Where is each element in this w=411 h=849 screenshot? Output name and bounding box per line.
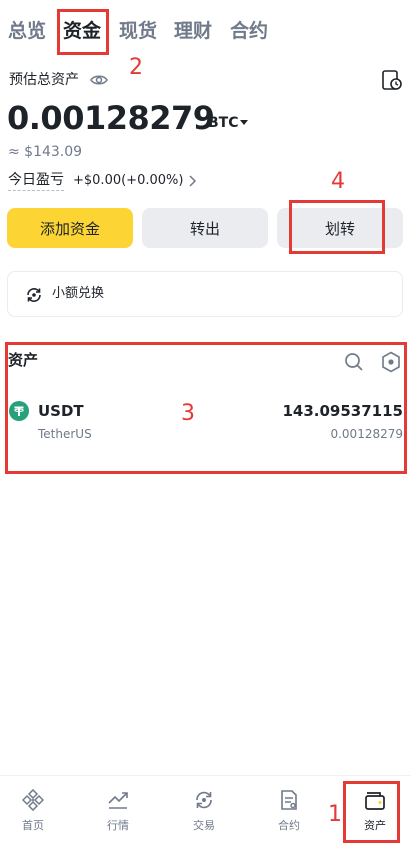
usdt-coin-icon [9, 401, 29, 421]
annotation-number-2: 2 [129, 55, 143, 80]
markets-icon [108, 792, 128, 809]
wallet-icon [365, 792, 385, 810]
total-balance: 0.00128279 [7, 99, 215, 137]
transfer-out-button[interactable]: 转出 [142, 208, 268, 248]
asset-amount: 143.09537115 [282, 402, 403, 420]
eye-icon[interactable] [90, 72, 108, 88]
nav-markets-label: 行情 [107, 819, 129, 832]
annotation-number-3: 3 [181, 401, 195, 426]
tab-funding[interactable]: 资金 [63, 17, 101, 45]
settings-hex-icon[interactable] [381, 351, 401, 373]
small-exchange-row[interactable]: 小额兑换 [7, 271, 403, 317]
trade-icon [196, 791, 212, 809]
nav-futures[interactable]: 合约 [259, 776, 319, 849]
tab-overview[interactable]: 总览 [8, 17, 46, 45]
top-tabs: 总览 资金 现货 理财 合约 [0, 0, 411, 60]
bottom-nav: 首页 行情 交易 合约 资产 [0, 775, 411, 849]
assets-title: 资产 [8, 351, 39, 369]
transfer-button[interactable]: 划转 [277, 208, 403, 248]
nav-trade-label: 交易 [193, 819, 215, 832]
caret-down-icon[interactable] [240, 120, 248, 125]
history-icon[interactable] [381, 69, 403, 91]
nav-trade[interactable]: 交易 [174, 776, 234, 849]
estimated-total-label: 预估总资产 [9, 72, 79, 88]
annotation-number-4: 4 [331, 169, 345, 194]
today-pnl-value: +$0.00(+0.00%) [73, 173, 184, 188]
small-exchange-icon [27, 288, 41, 302]
asset-full-name: TetherUS [38, 427, 92, 441]
home-icon [22, 789, 44, 811]
currency-selector[interactable]: BTC [208, 114, 239, 132]
asset-symbol: USDT [38, 402, 84, 420]
today-pnl-label[interactable]: 今日盈亏 [8, 171, 64, 191]
tab-spot[interactable]: 现货 [119, 17, 157, 45]
search-icon[interactable] [344, 352, 364, 372]
nav-home[interactable]: 首页 [3, 776, 63, 849]
small-exchange-label: 小额兑换 [52, 286, 105, 301]
chevron-right-icon[interactable] [187, 174, 197, 188]
add-funds-button[interactable]: 添加资金 [7, 208, 133, 248]
approx-fiat-value: ≈ $143.09 [8, 144, 83, 160]
futures-icon [281, 790, 297, 810]
nav-futures-label: 合约 [278, 819, 300, 832]
tab-earn[interactable]: 理财 [174, 17, 212, 45]
nav-home-label: 首页 [22, 819, 44, 832]
nav-markets[interactable]: 行情 [88, 776, 148, 849]
annotation-number-1: 1 [328, 802, 342, 827]
nav-wallet[interactable]: 资产 [345, 776, 405, 849]
asset-btc-value: 0.00128279 [330, 427, 403, 441]
nav-wallet-label: 资产 [364, 819, 386, 832]
tab-futures[interactable]: 合约 [230, 17, 268, 45]
